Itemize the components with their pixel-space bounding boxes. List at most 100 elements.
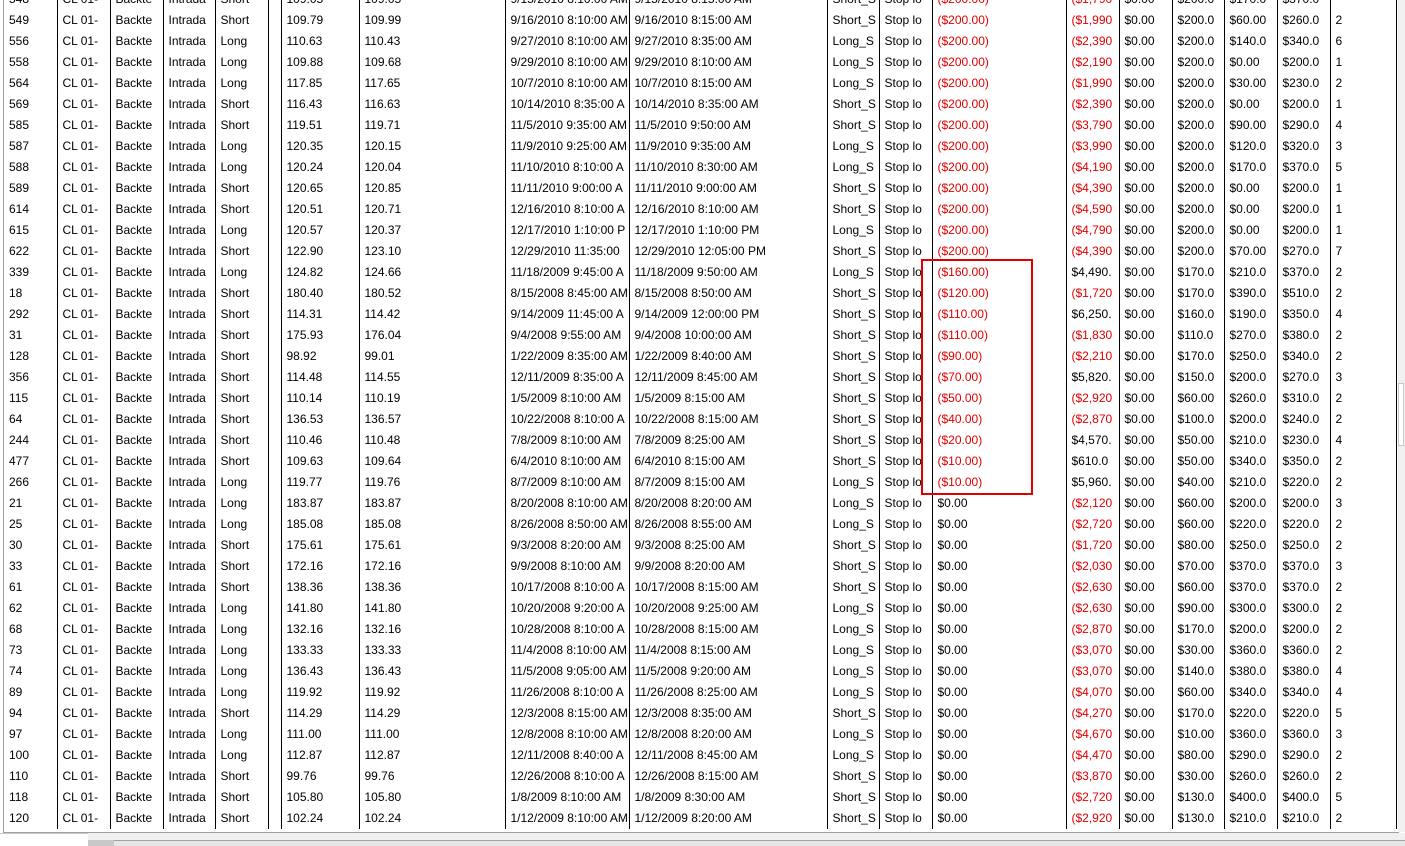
- table-cell[interactable]: Short: [215, 241, 269, 262]
- table-cell[interactable]: 120.51: [281, 199, 360, 220]
- table-cell[interactable]: Short_S: [827, 10, 880, 31]
- table-cell[interactable]: ($4,390: [1066, 241, 1120, 262]
- table-cell[interactable]: $270.0: [1277, 241, 1331, 262]
- table-cell[interactable]: 117.85: [281, 73, 360, 94]
- table-cell[interactable]: 110.63: [281, 31, 360, 52]
- table-cell[interactable]: $200.0: [1172, 199, 1225, 220]
- table-cell[interactable]: Intrada: [163, 157, 216, 178]
- table-cell[interactable]: $370.0: [1277, 262, 1331, 283]
- table-cell[interactable]: ($2,390: [1066, 94, 1120, 115]
- table-cell[interactable]: 62: [4, 598, 58, 619]
- table-cell[interactable]: Backte: [110, 262, 164, 283]
- table-cell[interactable]: Stop lo: [879, 598, 933, 619]
- table-cell[interactable]: 12/29/2010 12:05:00 PM: [629, 241, 828, 262]
- table-cell[interactable]: ($20.00): [932, 430, 1067, 451]
- table-cell[interactable]: $0.00: [1119, 262, 1173, 283]
- table-row[interactable]: 64 CL 01- Backte Intrada Short 136.53 136.57 10…: [4, 409, 1397, 430]
- table-cell[interactable]: 119.51: [281, 115, 360, 136]
- table-cell[interactable]: $0.00: [1119, 10, 1173, 31]
- table-cell[interactable]: [268, 619, 282, 640]
- table-cell[interactable]: 120.24: [281, 157, 360, 178]
- table-cell[interactable]: Short_S: [827, 0, 880, 10]
- table-cell[interactable]: 3: [1330, 724, 1397, 745]
- table-cell[interactable]: Intrada: [163, 556, 216, 577]
- table-cell[interactable]: [268, 577, 282, 598]
- table-cell[interactable]: 114.29: [359, 703, 506, 724]
- table-cell[interactable]: Short_S: [827, 346, 880, 367]
- table-cell[interactable]: CL 01-: [57, 787, 111, 808]
- table-cell[interactable]: $210.0: [1277, 808, 1331, 829]
- table-cell[interactable]: 356: [4, 367, 58, 388]
- table-cell[interactable]: ($200.00): [932, 199, 1067, 220]
- table-cell[interactable]: Short: [215, 703, 269, 724]
- table-cell[interactable]: 9/4/2008 10:00:00 AM: [629, 325, 828, 346]
- table-cell[interactable]: Short: [215, 388, 269, 409]
- table-row[interactable]: 564 CL 01- Backte Intrada Long 117.85 117.65 10…: [4, 73, 1397, 94]
- table-cell[interactable]: Stop lo: [879, 304, 933, 325]
- table-cell[interactable]: 141.80: [281, 598, 360, 619]
- table-cell[interactable]: $220.0: [1224, 514, 1278, 535]
- table-cell[interactable]: 12/11/2008 8:40:00 A: [505, 745, 630, 766]
- table-cell[interactable]: 292: [4, 304, 58, 325]
- table-cell[interactable]: CL 01-: [57, 808, 111, 829]
- table-cell[interactable]: [268, 451, 282, 472]
- table-cell[interactable]: $0.00: [1119, 619, 1173, 640]
- table-cell[interactable]: $200.0: [1277, 94, 1331, 115]
- table-cell[interactable]: Backte: [110, 661, 164, 682]
- table-cell[interactable]: Short_S: [827, 451, 880, 472]
- table-cell[interactable]: 12/8/2008 8:20:00 AM: [629, 724, 828, 745]
- table-cell[interactable]: Intrada: [163, 220, 216, 241]
- table-cell[interactable]: Short_S: [827, 199, 880, 220]
- table-cell[interactable]: [268, 409, 282, 430]
- table-cell[interactable]: Short: [215, 808, 269, 829]
- table-cell[interactable]: Backte: [110, 0, 164, 10]
- table-cell[interactable]: [268, 115, 282, 136]
- table-cell[interactable]: CL 01-: [57, 73, 111, 94]
- table-cell[interactable]: $140.0: [1224, 31, 1278, 52]
- table-cell[interactable]: 3: [1330, 493, 1397, 514]
- table-cell[interactable]: 9/29/2010 8:10:00 AM: [505, 52, 630, 73]
- table-cell[interactable]: $0.00: [932, 640, 1067, 661]
- table-cell[interactable]: CL 01-: [57, 493, 111, 514]
- table-cell[interactable]: Short_S: [827, 304, 880, 325]
- table-cell[interactable]: 11/4/2008 8:10:00 AM: [505, 640, 630, 661]
- table-row[interactable]: 110 CL 01- Backte Intrada Short 99.76 99.76 12/…: [4, 766, 1397, 787]
- table-row[interactable]: 292 CL 01- Backte Intrada Short 114.31 114.42 9…: [4, 304, 1397, 325]
- table-cell[interactable]: CL 01-: [57, 94, 111, 115]
- table-cell[interactable]: Intrada: [163, 136, 216, 157]
- table-cell[interactable]: $290.0: [1277, 745, 1331, 766]
- table-cell[interactable]: ($4,790: [1066, 220, 1120, 241]
- table-cell[interactable]: 109.05: [359, 0, 506, 10]
- table-cell[interactable]: $320.0: [1277, 136, 1331, 157]
- table-cell[interactable]: ($200.00): [932, 73, 1067, 94]
- table-cell[interactable]: [268, 0, 282, 10]
- table-cell[interactable]: 12/29/2010 11:35:00: [505, 241, 630, 262]
- table-cell[interactable]: Long: [215, 220, 269, 241]
- horizontal-scroll-thumb[interactable]: [88, 840, 114, 846]
- table-cell[interactable]: 2: [1330, 283, 1397, 304]
- table-cell[interactable]: Long_S: [827, 493, 880, 514]
- table-cell[interactable]: 12/3/2008 8:15:00 AM: [505, 703, 630, 724]
- table-cell[interactable]: Intrada: [163, 31, 216, 52]
- table-cell[interactable]: $300.0: [1224, 598, 1278, 619]
- table-cell[interactable]: 9/15/2010 8:15:00 AM: [629, 0, 828, 10]
- table-cell[interactable]: $0.00: [932, 619, 1067, 640]
- table-cell[interactable]: 12/8/2008 8:10:00 AM: [505, 724, 630, 745]
- table-cell[interactable]: 175.61: [359, 535, 506, 556]
- table-cell[interactable]: Stop lo: [879, 787, 933, 808]
- table-cell[interactable]: 8/15/2008 8:50:00 AM: [629, 283, 828, 304]
- table-cell[interactable]: ($2,030: [1066, 556, 1120, 577]
- table-cell[interactable]: Intrada: [163, 388, 216, 409]
- table-cell[interactable]: Intrada: [163, 493, 216, 514]
- table-cell[interactable]: 9/9/2008 8:20:00 AM: [629, 556, 828, 577]
- table-row[interactable]: 33 CL 01- Backte Intrada Short 172.16 172.16 9/…: [4, 556, 1397, 577]
- table-cell[interactable]: [268, 493, 282, 514]
- table-cell[interactable]: 100: [4, 745, 58, 766]
- table-cell[interactable]: 2: [1330, 409, 1397, 430]
- table-cell[interactable]: 7: [1330, 241, 1397, 262]
- table-cell[interactable]: ($200.00): [932, 94, 1067, 115]
- table-cell[interactable]: Backte: [110, 241, 164, 262]
- table-cell[interactable]: $90.00: [1172, 598, 1225, 619]
- table-cell[interactable]: $0.00: [1119, 346, 1173, 367]
- table-cell[interactable]: $230.0: [1277, 430, 1331, 451]
